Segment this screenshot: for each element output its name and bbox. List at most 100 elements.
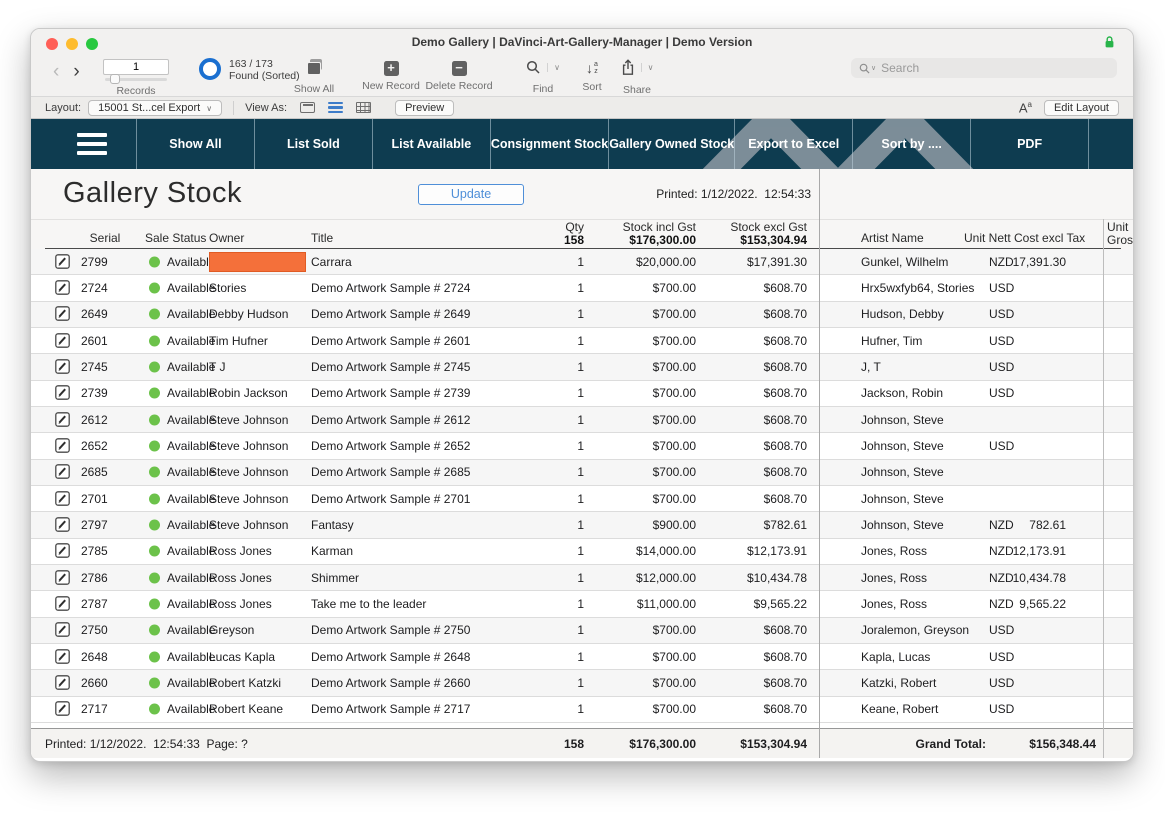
status-toolbar: ‹› 163 / 173 Found (Sorted) Records Show… xyxy=(31,56,1133,96)
table-row[interactable]: 2797 Available Steve Johnson Fantasy 1 $… xyxy=(31,512,1133,538)
edit-record-icon[interactable] xyxy=(55,438,71,454)
previous-record-button[interactable]: ‹ xyxy=(53,61,59,82)
record-slider-thumb[interactable] xyxy=(110,74,120,84)
sort-button[interactable]: ↓az Sort xyxy=(575,59,609,93)
owner-cell[interactable]: Tim Hufner xyxy=(209,331,306,351)
table-row[interactable]: 2649 Available Debby Hudson Demo Artwork… xyxy=(31,302,1133,328)
found-count: 163 / 173 xyxy=(229,58,273,70)
owner-cell[interactable] xyxy=(209,252,306,272)
owner-cell[interactable]: Robert Keane xyxy=(209,699,306,719)
table-row[interactable]: 2648 Available Lucas Kapla Demo Artwork … xyxy=(31,644,1133,670)
layout-selector[interactable]: 15001 St...cel Export∨ xyxy=(88,100,222,116)
view-as-form-button[interactable] xyxy=(300,102,315,113)
chevron-down-icon[interactable]: ∨ xyxy=(547,63,560,72)
table-row[interactable]: 2724 Available Stories Demo Artwork Samp… xyxy=(31,275,1133,301)
table-row[interactable]: 2701 Available Steve Johnson Demo Artwor… xyxy=(31,486,1133,512)
search-field[interactable]: ∨ Search xyxy=(851,58,1117,78)
owner-cell[interactable]: Steve Johnson xyxy=(209,436,306,456)
new-record-button[interactable]: + New Record xyxy=(356,59,426,92)
nav-button[interactable]: Gallery Owned Stock xyxy=(608,119,734,169)
update-button[interactable]: Update xyxy=(418,184,524,205)
record-slider[interactable] xyxy=(105,78,167,81)
owner-cell[interactable]: Stories xyxy=(209,278,306,298)
owner-cell[interactable]: Lucas Kapla xyxy=(209,647,306,667)
view-as-list-button[interactable] xyxy=(328,102,343,113)
nav-button[interactable]: Sort by .... xyxy=(852,119,970,169)
edit-record-icon[interactable] xyxy=(55,280,71,296)
current-record-input[interactable] xyxy=(103,59,169,75)
nav-button[interactable]: Consignment Stock xyxy=(490,119,608,169)
edit-record-icon[interactable] xyxy=(55,306,71,322)
view-as-table-button[interactable] xyxy=(356,102,371,113)
stock-excl-cell: $608.70 xyxy=(697,623,807,637)
edit-record-icon[interactable] xyxy=(55,701,71,717)
owner-cell[interactable]: Greyson xyxy=(209,620,306,640)
preview-button[interactable]: Preview xyxy=(395,100,454,116)
edit-record-icon[interactable] xyxy=(55,333,71,349)
edit-record-icon[interactable] xyxy=(55,622,71,638)
edit-record-icon[interactable] xyxy=(55,543,71,559)
stock-excl-cell: $608.70 xyxy=(697,465,807,479)
delete-record-button[interactable]: − Delete Record xyxy=(419,59,499,92)
find-button[interactable]: ∨ Find xyxy=(513,59,573,95)
owner-cell[interactable]: Steve Johnson xyxy=(209,462,306,482)
nav-button[interactable]: List Available xyxy=(372,119,490,169)
currency-cell: USD xyxy=(989,281,1029,295)
table-row[interactable]: 2739 Available Robin Jackson Demo Artwor… xyxy=(31,381,1133,407)
edit-record-icon[interactable] xyxy=(55,596,71,612)
edit-record-icon[interactable] xyxy=(55,649,71,665)
owner-cell[interactable]: Debby Hudson xyxy=(209,304,306,324)
owner-cell[interactable]: T J xyxy=(209,357,306,377)
edit-layout-button[interactable]: Edit Layout xyxy=(1044,100,1119,116)
edit-record-icon[interactable] xyxy=(55,570,71,586)
edit-record-icon[interactable] xyxy=(55,464,71,480)
qty-cell: 1 xyxy=(524,360,584,374)
share-button[interactable]: ∨ Share xyxy=(614,59,660,96)
owner-cell[interactable]: Steve Johnson xyxy=(209,489,306,509)
table-row[interactable]: 2786 Available Ross Jones Shimmer 1 $12,… xyxy=(31,565,1133,591)
found-set-donut-icon[interactable] xyxy=(199,58,221,80)
table-row[interactable]: 2601 Available Tim Hufner Demo Artwork S… xyxy=(31,328,1133,354)
nav-button[interactable]: List Sold xyxy=(254,119,372,169)
edit-record-icon[interactable] xyxy=(55,254,71,270)
owner-cell[interactable]: Robin Jackson xyxy=(209,383,306,403)
owner-cell[interactable]: Ross Jones xyxy=(209,568,306,588)
table-row[interactable]: 2745 Available T J Demo Artwork Sample #… xyxy=(31,354,1133,380)
formatting-bar-button[interactable]: Aa xyxy=(1019,100,1032,115)
nav-button[interactable]: Export to Excel xyxy=(734,119,852,169)
owner-cell[interactable]: Robert Katzki xyxy=(209,673,306,693)
qty-cell: 1 xyxy=(524,597,584,611)
grand-total-value: $156,348.44 xyxy=(986,737,1096,751)
edit-record-icon[interactable] xyxy=(55,491,71,507)
table-row[interactable]: 2660 Available Robert Katzki Demo Artwor… xyxy=(31,670,1133,696)
table-row[interactable]: 2612 Available Steve Johnson Demo Artwor… xyxy=(31,407,1133,433)
artist-name-cell: Johnson, Steve xyxy=(861,413,1011,427)
table-row[interactable]: 2799 Available Carrara 1 $20,000.00 $17,… xyxy=(31,249,1133,275)
edit-record-icon[interactable] xyxy=(55,359,71,375)
table-row[interactable]: 2750 Available Greyson Demo Artwork Samp… xyxy=(31,618,1133,644)
owner-cell[interactable]: Steve Johnson xyxy=(209,410,306,430)
next-record-button[interactable]: › xyxy=(73,61,79,82)
chevron-down-icon[interactable]: ∨ xyxy=(641,63,654,72)
owner-cell[interactable]: Steve Johnson xyxy=(209,515,306,535)
table-row[interactable]: 2685 Available Steve Johnson Demo Artwor… xyxy=(31,460,1133,486)
nav-button[interactable]: PDF xyxy=(970,119,1088,169)
table-row[interactable]: 2652 Available Steve Johnson Demo Artwor… xyxy=(31,433,1133,459)
stock-incl-cell: $700.00 xyxy=(586,281,696,295)
menu-hamburger-button[interactable] xyxy=(77,133,107,156)
show-all-button[interactable]: Show All xyxy=(284,59,344,95)
status-green-dot-icon xyxy=(149,440,160,451)
owner-cell[interactable]: Ross Jones xyxy=(209,594,306,614)
edit-record-icon[interactable] xyxy=(55,517,71,533)
nav-button[interactable]: Show All xyxy=(136,119,254,169)
table-header: Serial Sale Status Owner Title Qty158 St… xyxy=(31,219,1133,249)
edit-record-icon[interactable] xyxy=(55,385,71,401)
edit-record-icon[interactable] xyxy=(55,675,71,691)
table-row[interactable]: 2717 Available Robert Keane Demo Artwork… xyxy=(31,697,1133,723)
edit-record-icon[interactable] xyxy=(55,412,71,428)
table-row[interactable]: 2785 Available Ross Jones Karman 1 $14,0… xyxy=(31,539,1133,565)
table-row[interactable]: 2787 Available Ross Jones Take me to the… xyxy=(31,591,1133,617)
owner-cell[interactable]: Ross Jones xyxy=(209,541,306,561)
qty-cell: 1 xyxy=(524,413,584,427)
currency-cell: USD xyxy=(989,307,1029,321)
